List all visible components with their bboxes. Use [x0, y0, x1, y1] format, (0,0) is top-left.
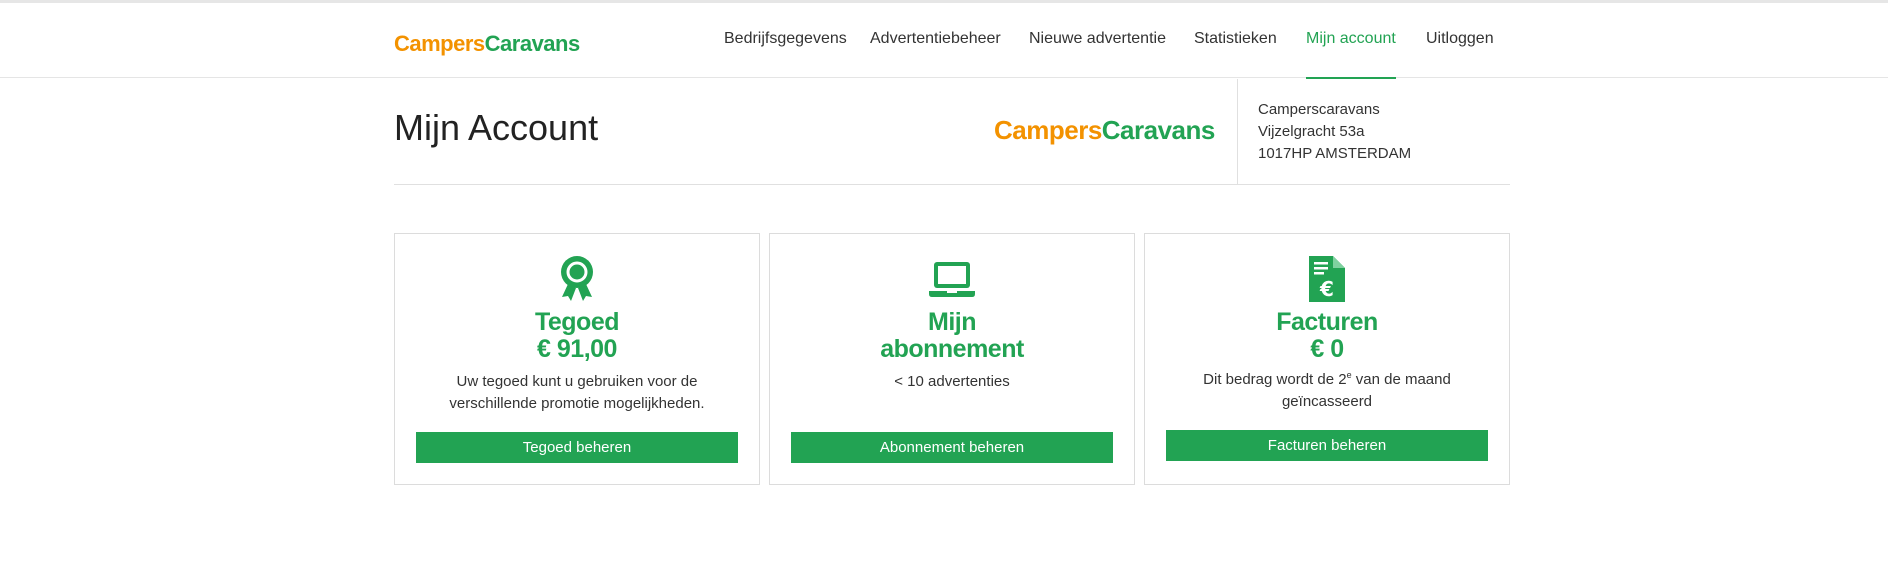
subscription-card: Mijn abonnement < 10 advertenties Abonne…: [769, 233, 1135, 485]
nav-item-advertentiebeheer[interactable]: Advertentiebeheer: [870, 3, 1001, 78]
nav-item-statistieken[interactable]: Statistieken: [1194, 3, 1277, 78]
brand-logo[interactable]: CampersCaravans: [394, 31, 580, 57]
company-address: Camperscaravans Vijzelgracht 53a 1017HP …: [1258, 99, 1411, 165]
svg-text:€: €: [1319, 277, 1334, 301]
invoices-desc-part1: Dit bedrag wordt de 2: [1203, 371, 1347, 388]
subscription-description: < 10 advertenties: [894, 373, 1010, 390]
site-header: CampersCaravans Bedrijfsgegevens Adverte…: [0, 3, 1888, 79]
invoices-amount: € 0: [1310, 335, 1344, 363]
subscription-title-line1: Mijn: [928, 308, 977, 336]
nav-item-bedrijfsgegevens[interactable]: Bedrijfsgegevens: [724, 3, 847, 78]
company-logo-part1: Campers: [994, 115, 1102, 145]
address-divider: [1237, 79, 1238, 185]
subscription-title: Mijn abonnement: [770, 309, 1134, 363]
laptop-icon: [927, 254, 977, 304]
nav-item-mijn-account[interactable]: Mijn account: [1306, 3, 1396, 79]
credit-title-label: Tegoed: [534, 308, 620, 336]
credit-description: Uw tegoed kunt u gebruiken voor de versc…: [415, 371, 739, 415]
invoices-desc-part2: van de maand: [1351, 371, 1451, 388]
brand-logo-part2: Caravans: [484, 31, 581, 56]
euro-invoice-icon: €: [1302, 254, 1352, 304]
invoices-title: Facturen € 0: [1145, 309, 1509, 363]
credit-card: Tegoed € 91,00 Uw tegoed kunt u gebruike…: [394, 233, 760, 485]
subscription-title-line2: abonnement: [880, 335, 1024, 363]
invoices-card: € Facturen € 0 Dit bedrag wordt de 2e va…: [1144, 233, 1510, 485]
nav-item-uitloggen[interactable]: Uitloggen: [1426, 3, 1494, 78]
company-logo-part2: Caravans: [1101, 115, 1216, 145]
credit-desc-line1: Uw tegoed kunt u gebruiken voor de: [456, 373, 698, 390]
manage-credit-button[interactable]: Tegoed beheren: [416, 432, 738, 463]
address-street: Vijzelgracht 53a: [1258, 123, 1365, 140]
manage-invoices-button[interactable]: Facturen beheren: [1166, 430, 1488, 461]
invoices-title-label: Facturen: [1276, 308, 1378, 336]
award-ribbon-icon: [552, 254, 602, 304]
credit-desc-line2: verschillende promotie mogelijkheden.: [449, 395, 705, 412]
address-name: Camperscaravans: [1258, 101, 1380, 118]
nav-item-nieuwe-advertentie[interactable]: Nieuwe advertentie: [1029, 3, 1166, 78]
manage-subscription-button[interactable]: Abonnement beheren: [791, 432, 1113, 463]
credit-title: Tegoed € 91,00: [395, 309, 759, 363]
company-logo: CampersCaravans: [994, 115, 1215, 146]
page-title: Mijn Account: [394, 107, 599, 148]
invoices-desc-line1: Dit bedrag wordt de 2e van de maand: [1165, 369, 1489, 391]
invoices-description: Dit bedrag wordt de 2e van de maand geïn…: [1165, 369, 1489, 413]
account-header: Mijn Account CampersCaravans Camperscara…: [394, 79, 1510, 185]
address-city: 1017HP AMSTERDAM: [1258, 145, 1412, 162]
invoices-desc-line2: geïncasseerd: [1281, 393, 1373, 410]
credit-amount: € 91,00: [537, 335, 617, 363]
brand-logo-part1: Campers: [394, 31, 485, 56]
